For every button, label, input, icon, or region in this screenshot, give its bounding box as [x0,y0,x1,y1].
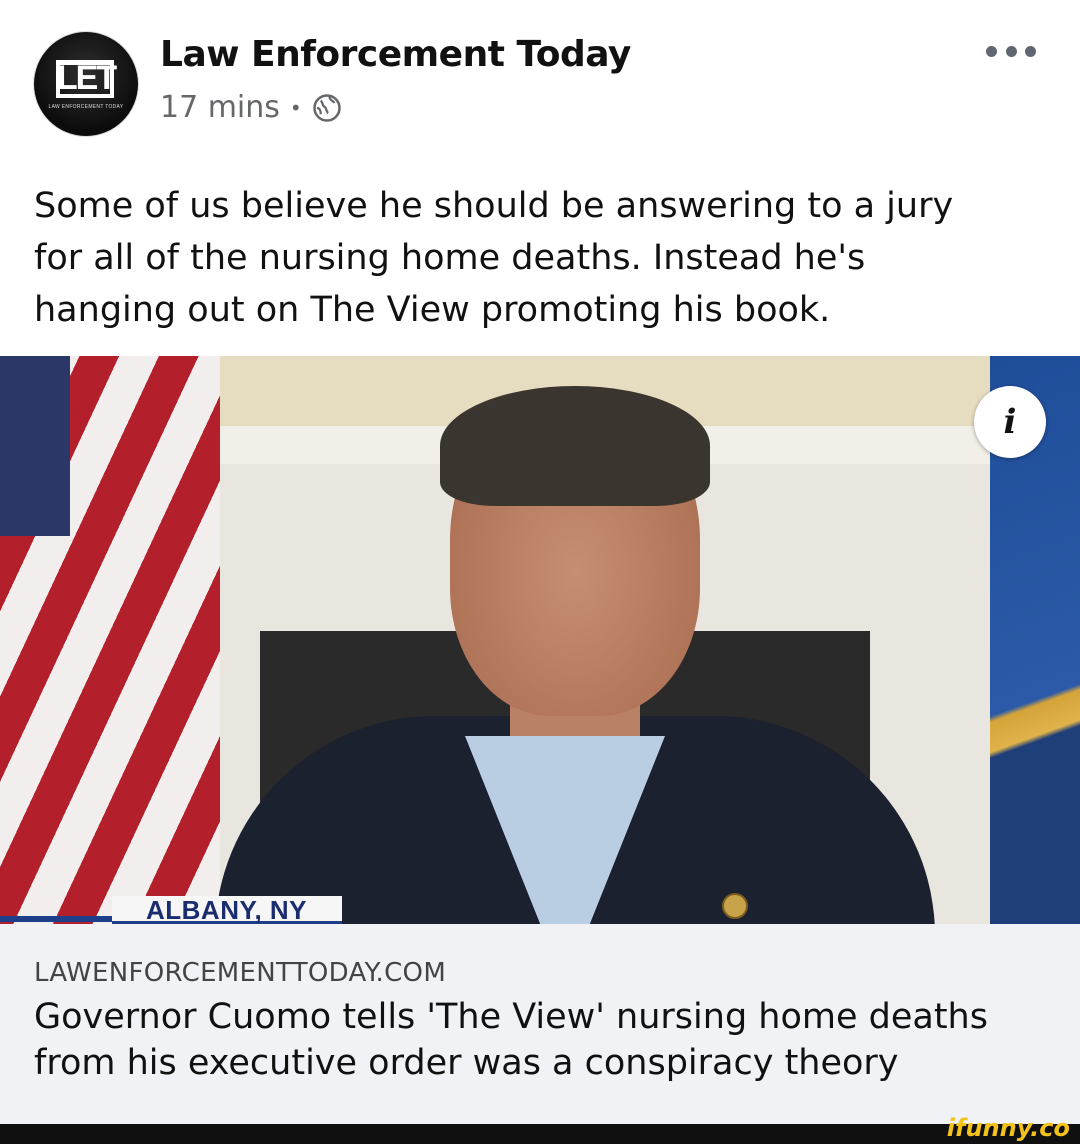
location-chyron: ALBANY, NY [112,896,342,924]
info-icon[interactable]: i [974,386,1046,458]
chyron-line [0,916,112,922]
post-timestamp[interactable]: 17 mins [160,90,280,125]
person-hair [440,386,710,506]
more-horizontal-icon[interactable] [986,44,1036,58]
more-dot [1005,45,1017,57]
ifunny-watermark: ifunny.co [946,1114,1070,1142]
page-name-link[interactable]: Law Enforcement Today [160,34,631,75]
more-dot [986,45,997,57]
post-meta: 17 mins • [160,90,342,125]
page-avatar[interactable]: LET LAW ENFORCEMENT TODAY [34,32,138,136]
us-flag-canton [0,356,70,536]
meta-separator: • [289,95,302,120]
globe-icon[interactable] [312,93,342,123]
logo-letters: LET [56,59,117,97]
link-preview[interactable]: LAWENFORCEMENTTODAY.COM Governor Cuomo t… [0,924,1080,1124]
footer-bar [0,1124,1080,1144]
facebook-post: LET LAW ENFORCEMENT TODAY Law Enforcemen… [0,0,1080,1144]
link-title[interactable]: Governor Cuomo tells 'The View' nursing … [34,994,1054,1086]
lapel-pin [722,893,748,919]
link-domain: LAWENFORCEMENTTODAY.COM [34,958,447,988]
more-dot [1025,45,1036,57]
post-image[interactable] [0,356,1080,924]
logo-subtext: LAW ENFORCEMENT TODAY [48,104,124,110]
post-caption: Some of us believe he should be answerin… [34,186,954,330]
